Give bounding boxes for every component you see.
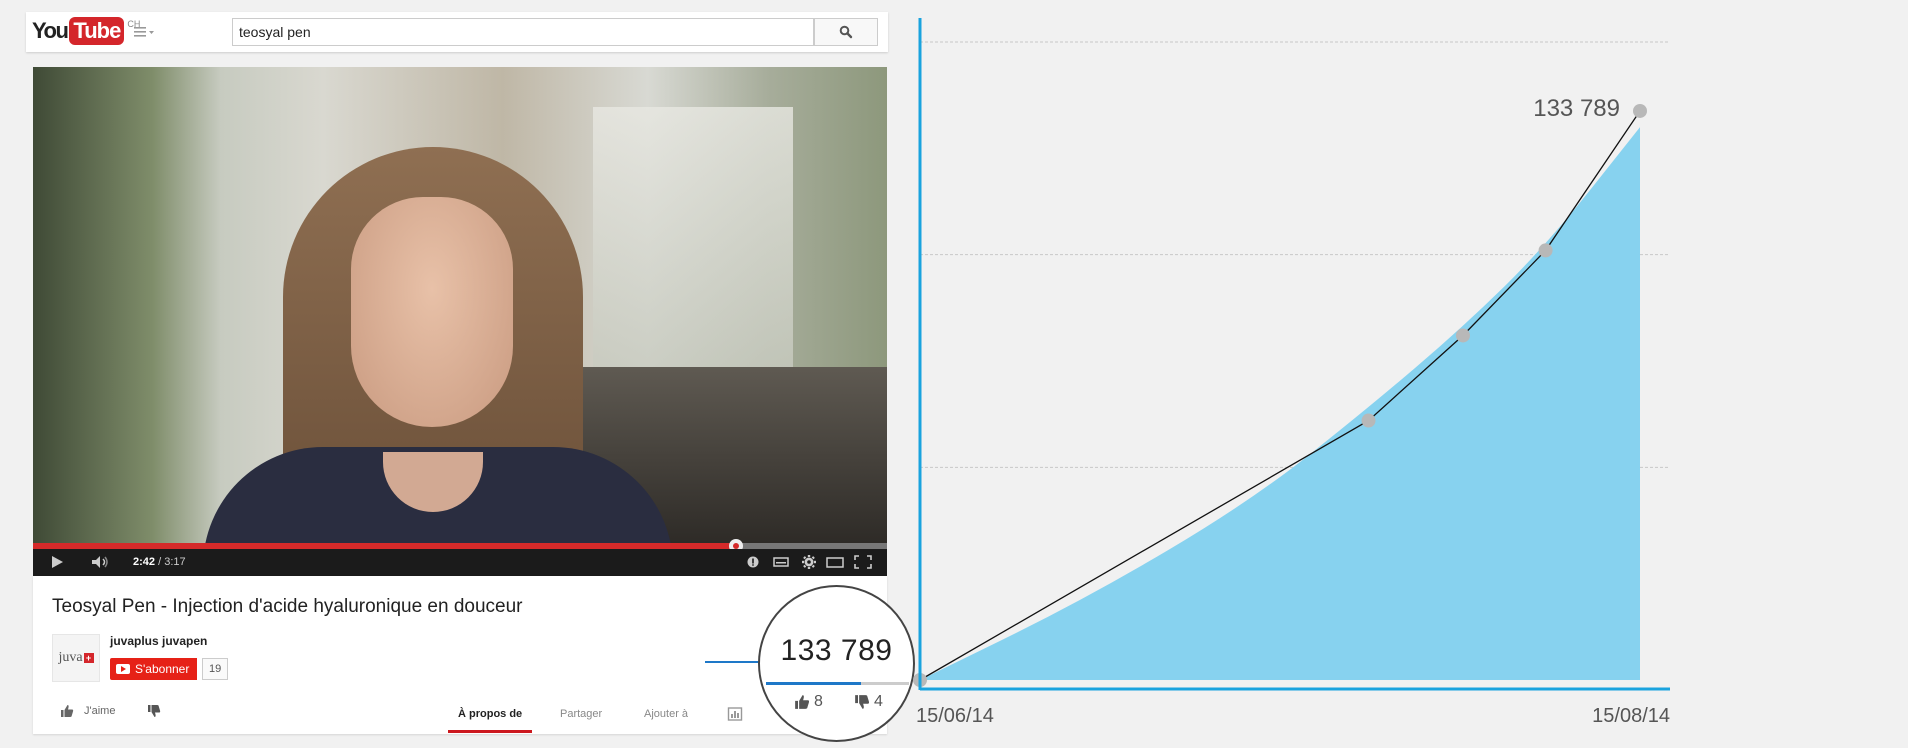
latest-value-label: 133 789 xyxy=(1533,95,1620,122)
stats-button[interactable] xyxy=(727,706,743,727)
guide-menu-icon[interactable] xyxy=(134,24,158,40)
background-window xyxy=(593,107,793,367)
time-total: 3:17 xyxy=(164,556,186,568)
person-face xyxy=(351,197,513,427)
fullscreen-button[interactable] xyxy=(853,553,873,571)
logo-you: You xyxy=(32,18,69,43)
thumbs-up-icon xyxy=(61,705,74,717)
search-input[interactable] xyxy=(233,19,813,45)
play-button[interactable] xyxy=(47,553,67,571)
like-button[interactable]: J'aime xyxy=(60,704,115,718)
annotations-button[interactable] xyxy=(743,553,763,571)
view-count: 133 789 xyxy=(780,634,893,667)
channel-avatar-text: juva xyxy=(58,650,83,665)
data-point xyxy=(1361,413,1376,428)
youtube-logo[interactable]: You Tube CH xyxy=(32,17,140,47)
time-display: 2:42 / 3:17 xyxy=(133,556,186,568)
tab-share[interactable]: Partager xyxy=(560,708,602,720)
subscribe-label: S'abonner xyxy=(135,662,190,676)
subscriber-count: 19 xyxy=(202,658,229,680)
like-label: J'aime xyxy=(84,705,116,717)
captions-button[interactable] xyxy=(771,553,791,571)
search-box[interactable] xyxy=(232,18,814,46)
like-ratio-fill xyxy=(766,682,862,685)
view-count-magnifier: 133 789 8 4 xyxy=(758,585,915,742)
callout-connector xyxy=(705,661,760,663)
data-point xyxy=(1455,328,1470,343)
info-icon xyxy=(747,556,759,568)
x-tick-end: 15/08/14 xyxy=(1592,705,1670,727)
dislikes-count: 4 xyxy=(854,693,883,711)
thumbs-down-icon xyxy=(148,705,161,717)
data-point xyxy=(1538,243,1553,258)
youtube-header: You Tube CH xyxy=(26,12,888,52)
search-button[interactable] xyxy=(814,18,878,46)
view-count-chart: 050k100k150k 15/06/14 15/08/14 133 789 xyxy=(900,0,1908,748)
likes-value: 8 xyxy=(814,693,823,710)
tab-add-to[interactable]: Ajouter à xyxy=(644,708,688,720)
fullscreen-icon xyxy=(854,555,872,569)
theater-mode-button[interactable] xyxy=(825,553,845,571)
play-icon xyxy=(52,556,63,568)
y-tick-labels: 050k100k150k xyxy=(900,27,901,483)
volume-icon xyxy=(92,556,108,568)
subscribe-button[interactable]: S'abonner xyxy=(110,658,198,680)
views-area xyxy=(920,127,1640,681)
y-tick-label: 50k xyxy=(900,452,901,483)
player-controls: 2:42 / 3:17 xyxy=(33,549,887,576)
settings-button[interactable] xyxy=(799,553,819,571)
dislike-button[interactable] xyxy=(147,704,161,723)
thumbs-down-icon xyxy=(855,695,870,709)
chart-canvas: 050k100k150k 15/06/14 15/08/14 133 789 xyxy=(900,18,1670,727)
video-frame[interactable] xyxy=(33,67,887,543)
search-icon xyxy=(839,25,853,39)
stats-icon xyxy=(727,707,743,721)
tab-about-indicator xyxy=(448,730,532,733)
likes-count: 8 xyxy=(794,693,823,711)
like-ratio-bar xyxy=(766,682,909,685)
logo-tube: Tube xyxy=(69,17,125,45)
tab-about[interactable]: À propos de xyxy=(458,708,522,720)
captions-icon xyxy=(773,557,789,567)
dislikes-value: 4 xyxy=(874,693,883,710)
theater-icon xyxy=(826,557,844,568)
time-separator: / xyxy=(155,556,165,568)
channel-avatar-plus: + xyxy=(83,653,94,663)
data-point xyxy=(1633,103,1647,118)
volume-button[interactable] xyxy=(91,553,111,571)
time-current: 2:42 xyxy=(133,556,156,568)
thumbs-up-icon xyxy=(795,695,810,709)
channel-name[interactable]: juvaplus juvapen xyxy=(110,634,207,648)
channel-avatar[interactable]: juva + xyxy=(52,634,100,682)
video-title: Teosyal Pen - Injection d'acide hyaluron… xyxy=(52,596,523,617)
gear-icon xyxy=(802,555,816,569)
video-player[interactable]: 2:42 / 3:17 xyxy=(33,67,887,576)
youtube-play-icon xyxy=(116,664,130,674)
y-tick-label: 100k xyxy=(900,240,901,271)
x-tick-start: 15/06/14 xyxy=(916,705,994,727)
y-tick-label: 150k xyxy=(900,27,901,58)
